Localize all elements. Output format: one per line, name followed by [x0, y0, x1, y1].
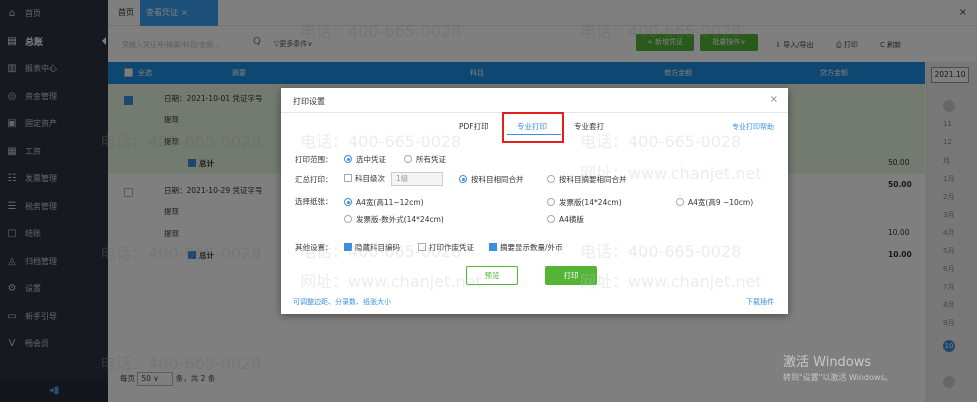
radio-merge-by-account[interactable]: 按科目相同合并	[459, 174, 524, 185]
tab-pdf-print[interactable]: PDF打印	[459, 121, 489, 132]
help-link[interactable]: 专业打印帮助	[732, 122, 774, 132]
checkbox-icon	[344, 174, 352, 182]
summary-print-label: 汇总打印：	[295, 175, 333, 184]
dialog-close-icon[interactable]: ×	[770, 94, 778, 105]
radio-label: 按科目相同合并	[471, 175, 524, 184]
checkbox-label: 科目级次	[355, 174, 385, 183]
radio-icon	[676, 198, 684, 206]
preview-button[interactable]: 预览	[466, 266, 518, 285]
radio-icon	[459, 175, 467, 183]
radio-label: 发票版-数外式(14*24cm)	[356, 215, 444, 224]
radio-a4-landscape[interactable]: A4横版	[547, 214, 584, 225]
checkbox-label: 打印作废凭证	[429, 243, 474, 252]
download-plugin-link[interactable]: 下载插件	[746, 297, 774, 307]
radio-label: A4横版	[559, 215, 584, 224]
radio-label: 发票版(14*24cm)	[559, 198, 622, 207]
radio-icon	[404, 155, 412, 163]
checkbox-icon	[344, 243, 352, 251]
radio-label: A4宽(高9 ~10cm)	[688, 198, 754, 207]
windows-activation-title: 激活 Windows	[783, 355, 872, 370]
radio-selected-vouchers[interactable]: 选中凭证	[344, 154, 386, 165]
account-level-select[interactable]: 1级	[391, 172, 443, 186]
radio-all-vouchers[interactable]: 所有凭证	[404, 154, 446, 165]
radio-label: 按科目摘要相同合并	[559, 175, 627, 184]
radio-icon	[344, 215, 352, 223]
radio-invoice-14x24[interactable]: 发票版(14*24cm)	[547, 197, 622, 208]
highlight-box	[502, 112, 564, 143]
dialog-title: 打印设置	[293, 97, 325, 106]
radio-label: A4宽(高11~12cm)	[356, 198, 424, 207]
radio-invoice-external[interactable]: 发票版-数外式(14*24cm)	[344, 214, 444, 225]
dialog-header: 打印设置 ×	[281, 88, 788, 113]
adjust-layout-link[interactable]: 可调整边距、分录数、纸张大小	[293, 297, 391, 307]
hide-account-code-checkbox[interactable]: 隐藏科目编码	[344, 242, 400, 253]
radio-label: 选中凭证	[356, 155, 386, 164]
print-confirm-button[interactable]: 打印	[545, 266, 597, 285]
radio-a4-wide-9-10[interactable]: A4宽(高9 ~10cm)	[676, 197, 753, 208]
print-settings-dialog: 打印设置 × PDF打印 专业打印 专业套打 专业打印帮助 打印范围： 选中凭证…	[281, 88, 788, 314]
account-level-checkbox[interactable]: 科目级次 1级	[344, 172, 443, 186]
radio-label: 所有凭证	[416, 155, 446, 164]
show-quantity-currency-checkbox[interactable]: 摘要显示数量/外币	[489, 242, 563, 253]
checkbox-icon	[418, 243, 426, 251]
print-range-label: 打印范围：	[295, 155, 333, 164]
radio-icon	[344, 155, 352, 163]
radio-icon	[547, 198, 555, 206]
other-settings-label: 其他设置：	[295, 243, 333, 252]
checkbox-label: 隐藏科目编码	[355, 243, 400, 252]
checkbox-icon	[489, 243, 497, 251]
radio-icon	[547, 215, 555, 223]
radio-icon	[344, 198, 352, 206]
print-void-voucher-checkbox[interactable]: 打印作废凭证	[418, 242, 474, 253]
paper-label: 选择纸张：	[295, 197, 333, 206]
radio-merge-by-account-summary[interactable]: 按科目摘要相同合并	[547, 174, 627, 185]
tab-professional-template-print[interactable]: 专业套打	[574, 121, 604, 132]
radio-a4-wide-11-12[interactable]: A4宽(高11~12cm)	[344, 197, 424, 208]
checkbox-label: 摘要显示数量/外币	[500, 243, 563, 252]
windows-activation-subtitle: 转到"设置"以激活 Windows。	[783, 373, 893, 382]
radio-icon	[547, 175, 555, 183]
